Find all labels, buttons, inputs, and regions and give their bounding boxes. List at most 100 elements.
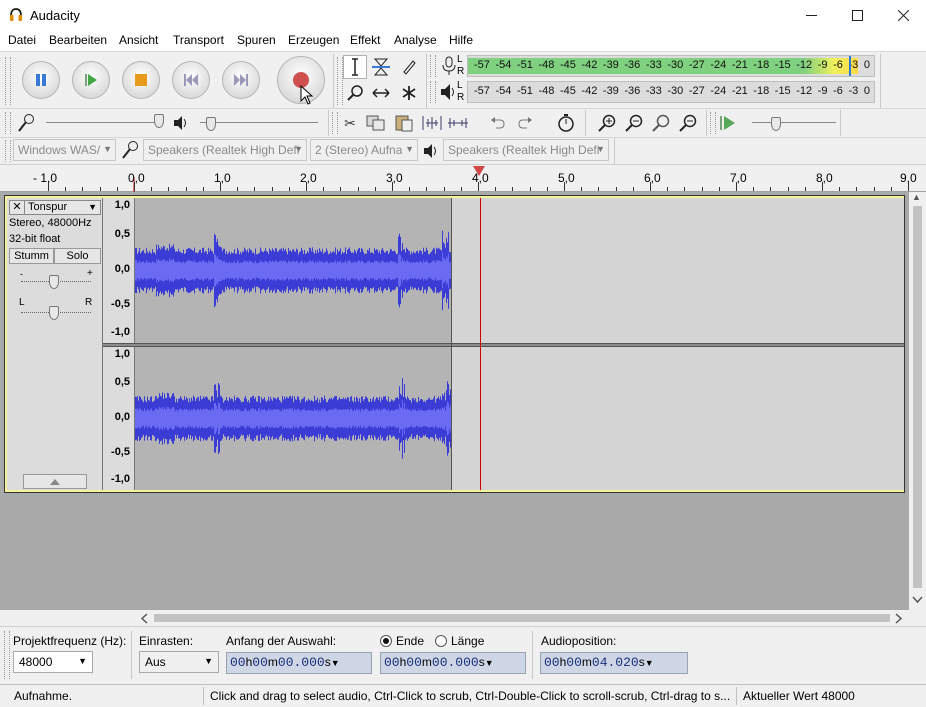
skip-start-button[interactable] <box>172 61 210 99</box>
menu-hilfe[interactable]: Hilfe <box>449 33 473 47</box>
draw-tool[interactable] <box>397 55 421 79</box>
menu-bearbeiten[interactable]: Bearbeiten <box>49 33 107 47</box>
stop-button[interactable] <box>122 61 160 99</box>
silence-audio-button[interactable] <box>446 111 470 135</box>
horizontal-scrollbar-thumb[interactable] <box>154 614 890 622</box>
menu-bar: Datei Bearbeiten Ansicht Transport Spure… <box>0 31 926 51</box>
track-control-panel[interactable]: ✕ Tonspur ▼ Stereo, 48000Hz 32-bit float… <box>7 198 103 490</box>
vertical-scrollbar-thumb[interactable] <box>913 206 922 588</box>
pause-button[interactable] <box>22 61 60 99</box>
paste-button[interactable] <box>392 111 416 135</box>
multi-tool[interactable] <box>397 81 421 105</box>
audio-host-select[interactable]: Windows WAS/▼ <box>13 139 116 161</box>
pan-slider-thumb[interactable] <box>49 306 59 320</box>
track-name-button[interactable]: Tonspur <box>28 201 67 214</box>
speaker-icon[interactable] <box>440 83 456 101</box>
playback-speed-thumb[interactable] <box>771 117 781 131</box>
recording-channels-select[interactable]: 2 (Stereo) Aufna ▼ <box>310 139 418 161</box>
playback-volume-thumb[interactable] <box>206 117 216 131</box>
scissors-icon: ✂ <box>344 114 356 131</box>
audio-position-time[interactable]: 00h00m04.020s▼ <box>540 652 688 674</box>
end-radio-label[interactable]: Ende <box>396 634 424 648</box>
scroll-up-icon[interactable]: ▲ <box>912 192 921 202</box>
playback-volume-slider[interactable] <box>200 122 318 123</box>
scroll-down-icon[interactable] <box>912 596 923 604</box>
close-track-button[interactable]: ✕ <box>10 201 25 214</box>
menu-analyse[interactable]: Analyse <box>394 33 437 47</box>
waveform-channel-right[interactable] <box>135 347 904 490</box>
skip-end-icon <box>234 74 248 86</box>
meter-tick-label: -54 <box>495 85 512 97</box>
record-meter[interactable]: -57 -54 -51 -48 -45 -42 -39 -36 -33 -30 -27 -24 -21-… <box>467 55 875 77</box>
fit-selection-button[interactable] <box>649 111 673 135</box>
minimize-button[interactable] <box>788 0 834 31</box>
maximize-button[interactable] <box>834 0 880 31</box>
menu-effekt[interactable]: Effekt <box>350 33 380 47</box>
track-area[interactable]: ✕ Tonspur ▼ Stereo, 48000Hz 32-bit float… <box>0 192 909 610</box>
end-radio[interactable] <box>380 635 392 647</box>
sync-lock-button[interactable] <box>554 111 578 135</box>
toolbar-grip[interactable] <box>5 140 11 162</box>
zoom-out-icon <box>625 114 643 132</box>
selection-tool[interactable] <box>343 55 367 79</box>
snap-select[interactable]: Aus ▼ <box>139 651 219 673</box>
menu-transport[interactable]: Transport <box>173 33 224 47</box>
vertical-scale[interactable]: 1,0 0,5 0,0 -0,5 -1,0 <box>103 347 135 490</box>
chevron-up-icon <box>50 479 60 485</box>
scroll-left-icon[interactable] <box>140 613 148 624</box>
menu-ansicht[interactable]: Ansicht <box>119 33 158 47</box>
zoom-in-button[interactable] <box>595 111 619 135</box>
solo-button[interactable]: Solo <box>54 248 101 264</box>
speaker-icon <box>424 144 436 158</box>
selection-start-time[interactable]: 00h00m00.000s▼ <box>226 652 372 674</box>
mute-button[interactable]: Stumm <box>9 248 54 264</box>
playback-meter[interactable]: -57 -54 -51 -48 -45 -42 -39 -36 -33 -30 -27 -24 -21-… <box>467 81 875 103</box>
gain-slider-thumb[interactable] <box>49 275 59 289</box>
time-shift-tool[interactable] <box>369 81 393 105</box>
trim-audio-button[interactable] <box>420 111 444 135</box>
vertical-scale[interactable]: 1,0 0,5 0,0 -0,5 -1,0 <box>103 198 135 343</box>
recording-volume-slider[interactable] <box>46 122 164 123</box>
play-at-speed-button[interactable] <box>716 111 740 135</box>
vertical-scrollbar[interactable]: ▲ <box>909 192 926 610</box>
zoom-out-button[interactable] <box>622 111 646 135</box>
scroll-right-icon[interactable] <box>895 613 903 624</box>
microphone-icon[interactable] <box>440 56 456 76</box>
toolbar-grip[interactable] <box>5 112 11 134</box>
close-button[interactable] <box>880 0 926 31</box>
chevron-down-icon: ▼ <box>596 144 605 154</box>
toolbar-grip[interactable] <box>4 631 10 679</box>
cut-button[interactable]: ✂ <box>338 111 362 135</box>
toolbar-grip[interactable] <box>430 55 436 77</box>
length-radio[interactable] <box>435 635 447 647</box>
toolbar-grip[interactable] <box>5 57 11 105</box>
timeline-ruler[interactable]: - 1,0 0,0 1,0 2,0 3,0 4,0 5,0 6,0 7,0 8,0 9,0 <box>0 164 926 193</box>
waveform-channel-left[interactable] <box>135 198 904 343</box>
undo-button[interactable] <box>486 111 510 135</box>
menu-datei[interactable]: Datei <box>8 33 36 47</box>
zoom-tool[interactable] <box>343 81 367 105</box>
redo-button[interactable] <box>513 111 537 135</box>
chevron-down-icon[interactable]: ▼ <box>88 202 97 212</box>
length-radio-label[interactable]: Länge <box>451 634 484 648</box>
playback-speed-slider[interactable] <box>752 122 836 123</box>
horizontal-scrollbar[interactable] <box>0 610 909 626</box>
recording-volume-thumb[interactable] <box>154 114 164 128</box>
ruler-label: 6,0 <box>644 171 661 185</box>
collapse-track-button[interactable] <box>23 474 87 489</box>
toolbar-grip[interactable] <box>430 81 436 103</box>
skip-end-button[interactable] <box>222 61 260 99</box>
project-rate-select[interactable]: 48000 ▼ <box>13 651 93 673</box>
play-button[interactable] <box>72 61 110 99</box>
recording-device-select[interactable]: Speakers (Realtek High Defi ▼ <box>143 139 307 161</box>
selection-end-time[interactable]: 00h00m00.000s▼ <box>380 652 526 674</box>
ruler-label: 0,0 <box>128 171 145 185</box>
menu-spuren[interactable]: Spuren <box>237 33 276 47</box>
playback-device-select[interactable]: Speakers (Realtek High Defi ▼ <box>443 139 609 161</box>
audio-track[interactable]: ✕ Tonspur ▼ Stereo, 48000Hz 32-bit float… <box>4 195 905 493</box>
copy-button[interactable] <box>364 111 388 135</box>
fit-project-button[interactable] <box>676 111 700 135</box>
envelope-tool[interactable] <box>369 55 393 79</box>
track-header: ✕ Tonspur ▼ <box>9 200 101 215</box>
menu-erzeugen[interactable]: Erzeugen <box>288 33 339 47</box>
